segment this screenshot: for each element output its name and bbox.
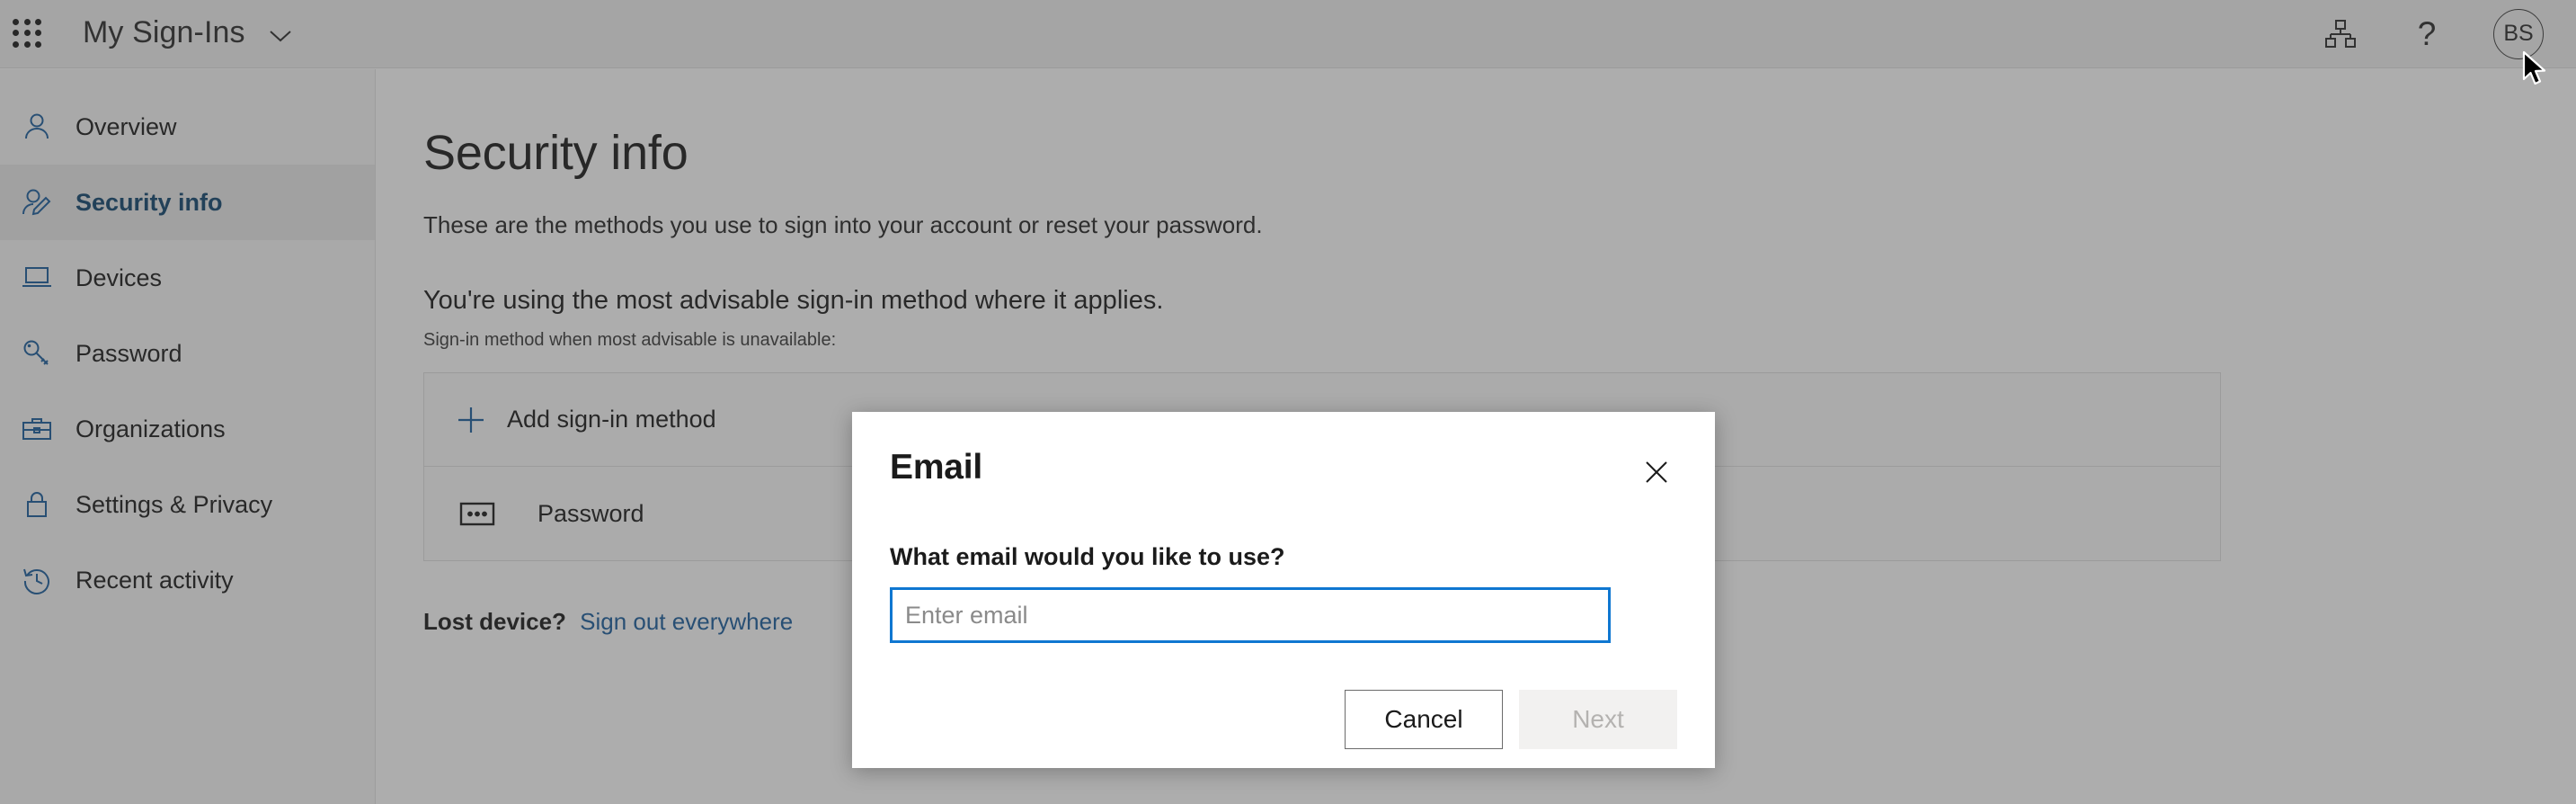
dialog-actions: Cancel Next bbox=[890, 690, 1677, 749]
close-icon[interactable] bbox=[1636, 451, 1677, 493]
dialog-prompt: What email would you like to use? bbox=[890, 543, 1285, 570]
dialog-title: Email bbox=[890, 448, 983, 487]
dialog-header: Email bbox=[890, 448, 1677, 493]
email-dialog: Email What email would you like to use? … bbox=[852, 412, 1715, 768]
next-button: Next bbox=[1519, 690, 1677, 749]
email-input[interactable] bbox=[890, 587, 1611, 643]
cancel-button[interactable]: Cancel bbox=[1345, 690, 1503, 749]
